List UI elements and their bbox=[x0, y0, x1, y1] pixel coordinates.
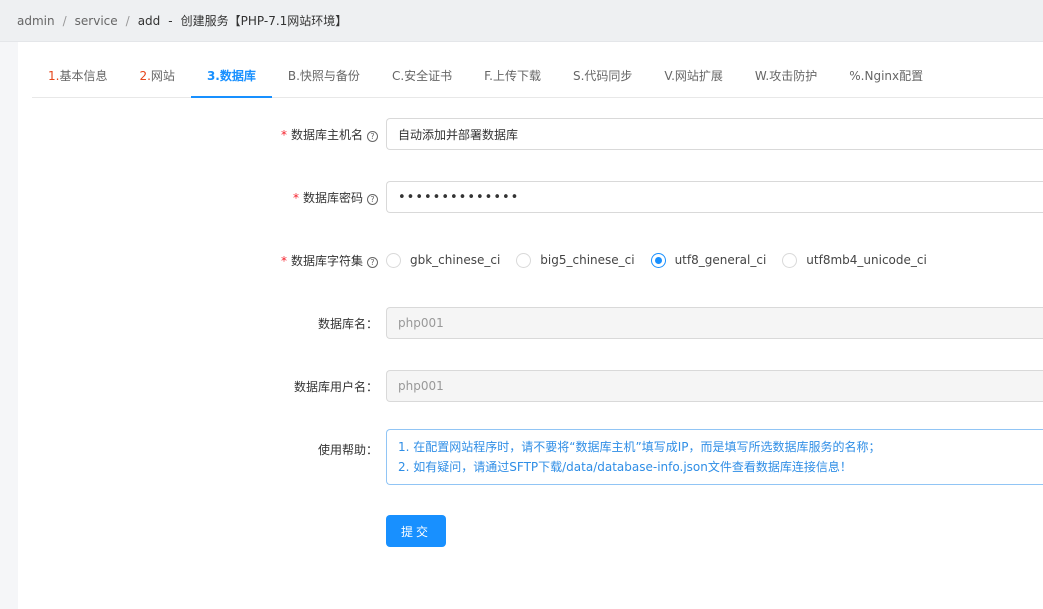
tab-ssl-cert[interactable]: C.安全证书 bbox=[376, 55, 468, 97]
radio-circle-icon bbox=[516, 252, 532, 268]
charset-label: * 数据库字符集? bbox=[281, 252, 378, 269]
tab-website[interactable]: 2.网站 bbox=[123, 55, 190, 97]
password-label-text: 数据库密码 bbox=[302, 191, 363, 205]
breadcrumb-separator: / bbox=[125, 13, 130, 28]
radio-circle-icon bbox=[386, 252, 401, 268]
tab-label: 代码同步 bbox=[584, 69, 633, 83]
radio-utf8mb4-unicode-ci[interactable]: utf8mb4_unicode_ci bbox=[782, 252, 927, 268]
breadcrumb: admin / service / add - 创建服务【PHP-7.1网站环境… bbox=[0, 0, 1043, 42]
radio-label: utf8_general_ci bbox=[674, 253, 767, 267]
tab-prefix: 1. bbox=[48, 69, 60, 83]
tab-prefix: B. bbox=[287, 69, 300, 83]
tab-label: 网站扩展 bbox=[674, 69, 723, 83]
form-row-host: * 数据库主机名? bbox=[18, 118, 1043, 150]
form-row-dbuser: 数据库用户名： bbox=[18, 370, 1043, 402]
tab-prefix: C. bbox=[391, 69, 405, 83]
tab-database[interactable]: 3.数据库 bbox=[190, 55, 272, 98]
tab-label: 安全证书 bbox=[404, 69, 453, 83]
tab-bar: 1.基本信息 2.网站 3.数据库 B.快照与备份 C.安全证书 F.上传下载 … bbox=[32, 56, 1043, 98]
help-text-box: 1. 在配置网站程序时，请不要将“数据库主机”填写成IP，而是填写所选数据库服务… bbox=[386, 429, 1043, 485]
left-strip bbox=[0, 42, 18, 609]
tab-prefix: V. bbox=[664, 69, 675, 83]
radio-circle-icon bbox=[782, 252, 798, 268]
tab-prefix: F. bbox=[484, 69, 493, 83]
tab-site-extension[interactable]: V.网站扩展 bbox=[648, 55, 739, 97]
radio-utf8-general-ci[interactable]: utf8_general_ci bbox=[650, 252, 767, 268]
password-label: * 数据库密码? bbox=[293, 189, 378, 206]
tab-label: 快照与备份 bbox=[299, 69, 360, 83]
submit-button[interactable]: 提交 bbox=[386, 515, 446, 547]
tab-basic-info[interactable]: 1.基本信息 bbox=[32, 55, 123, 97]
required-mark: * bbox=[292, 191, 299, 205]
tab-label: 数据库 bbox=[219, 69, 256, 83]
form-row-help: 使用帮助： 1. 在配置网站程序时，请不要将“数据库主机”填写成IP，而是填写所… bbox=[18, 429, 1043, 485]
help-circle-icon[interactable]: ? bbox=[367, 131, 378, 142]
form-row-password: * 数据库密码? bbox=[18, 181, 1043, 213]
tab-prefix: 3. bbox=[206, 69, 220, 83]
breadcrumb-dash: - bbox=[168, 13, 173, 28]
radio-label: big5_chinese_ci bbox=[540, 253, 635, 267]
required-mark: * bbox=[280, 254, 287, 268]
db-host-input[interactable] bbox=[386, 118, 1043, 150]
db-user-input bbox=[386, 370, 1043, 402]
breadcrumb-add: add bbox=[137, 13, 161, 28]
tab-prefix: W. bbox=[754, 69, 770, 83]
tab-snapshot-backup[interactable]: B.快照与备份 bbox=[272, 55, 376, 97]
help-line: 1. 在配置网站程序时，请不要将“数据库主机”填写成IP，而是填写所选数据库服务… bbox=[398, 440, 881, 454]
page-title: 创建服务【PHP-7.1网站环境】 bbox=[180, 14, 348, 28]
host-label: * 数据库主机名? bbox=[281, 126, 378, 143]
form-row-dbname: 数据库名： bbox=[18, 307, 1043, 339]
tab-attack-protection[interactable]: W.攻击防护 bbox=[739, 55, 833, 97]
charset-label-text: 数据库字符集 bbox=[290, 254, 363, 268]
form-card: 1.基本信息 2.网站 3.数据库 B.快照与备份 C.安全证书 F.上传下载 … bbox=[18, 42, 1043, 609]
dbname-label: 数据库名： bbox=[317, 317, 378, 331]
breadcrumb-service[interactable]: service bbox=[75, 14, 118, 28]
host-label-text: 数据库主机名 bbox=[290, 128, 363, 142]
radio-big5-chinese-ci[interactable]: big5_chinese_ci bbox=[516, 252, 635, 268]
tab-nginx-config[interactable]: %.Nginx配置 bbox=[833, 55, 939, 97]
tab-code-sync[interactable]: S.代码同步 bbox=[557, 55, 648, 97]
form-row-charset: * 数据库字符集? gbk_chinese_ci big5_chinese_ci … bbox=[18, 250, 1043, 270]
breadcrumb-separator: / bbox=[62, 13, 67, 28]
tab-prefix: %. bbox=[849, 69, 865, 83]
radio-gbk-chinese-ci[interactable]: gbk_chinese_ci bbox=[386, 252, 501, 268]
tab-label: 网站 bbox=[150, 69, 175, 83]
radio-label: utf8mb4_unicode_ci bbox=[806, 253, 927, 267]
tab-prefix: 2. bbox=[139, 69, 151, 83]
tab-label: 上传下载 bbox=[492, 69, 541, 83]
db-password-input[interactable] bbox=[386, 181, 1043, 213]
help-label: 使用帮助： bbox=[317, 443, 378, 457]
help-circle-icon[interactable]: ? bbox=[367, 257, 378, 268]
db-name-input bbox=[386, 307, 1043, 339]
tab-prefix: S. bbox=[572, 69, 585, 83]
required-mark: * bbox=[280, 128, 287, 142]
help-line: 2. 如有疑问，请通过SFTP下载/data/database-info.jso… bbox=[398, 460, 852, 474]
radio-checked-icon bbox=[650, 252, 666, 268]
breadcrumb-admin[interactable]: admin bbox=[17, 14, 55, 28]
tab-label: Nginx配置 bbox=[864, 69, 924, 83]
tab-label: 攻击防护 bbox=[769, 69, 818, 83]
tab-upload-download[interactable]: F.上传下载 bbox=[468, 55, 557, 97]
help-circle-icon[interactable]: ? bbox=[367, 194, 378, 205]
charset-radio-group: gbk_chinese_ci big5_chinese_ci utf8_gene… bbox=[386, 250, 943, 270]
tab-label: 基本信息 bbox=[59, 69, 108, 83]
dbuser-label: 数据库用户名： bbox=[293, 380, 378, 394]
radio-label: gbk_chinese_ci bbox=[410, 253, 501, 267]
